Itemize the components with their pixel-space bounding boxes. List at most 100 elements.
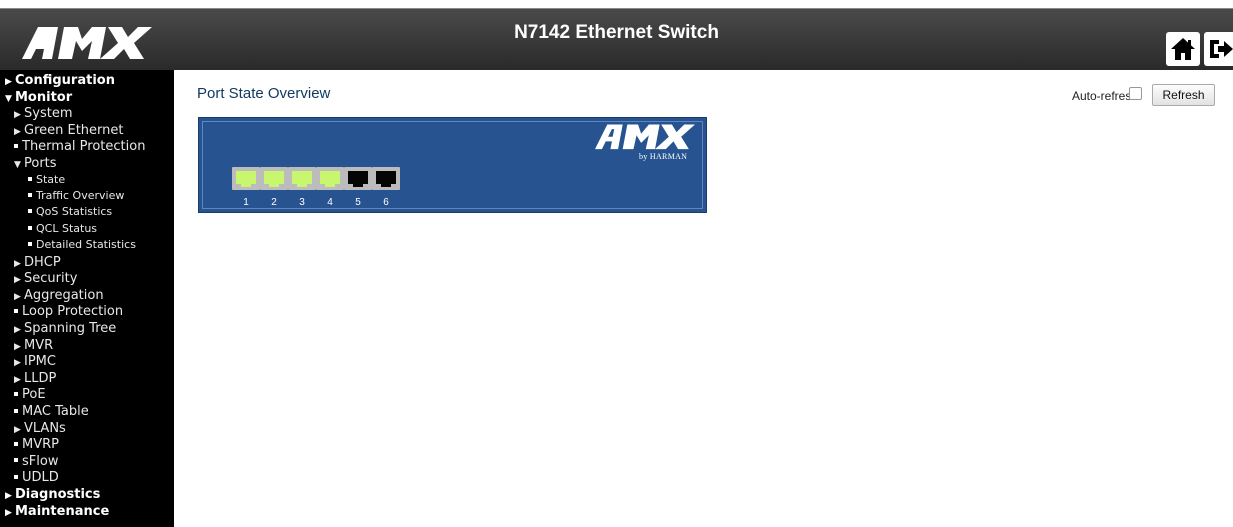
sidebar-item-label: System (24, 106, 73, 122)
sidebar-item-label: Ports (24, 156, 57, 171)
port-number-label: 1 (243, 197, 249, 208)
sidebar-item-thermal-protection[interactable]: Thermal Protection (14, 140, 145, 153)
sidebar-item-configuration[interactable]: ▶ Configuration (5, 74, 115, 87)
bullet-icon (14, 140, 22, 153)
sidebar-item-traffic-overview[interactable]: Traffic Overview (28, 190, 124, 201)
panel-amx-logo (595, 122, 695, 155)
page-title: Port State Overview (197, 85, 331, 102)
sidebar-item-system[interactable]: ▶ System (14, 107, 72, 120)
sidebar-item-poe[interactable]: PoE (14, 388, 46, 401)
sidebar-item-sflow[interactable]: sFlow (14, 455, 58, 468)
caret-right-icon: ▶ (14, 325, 21, 335)
caret-right-icon: ▶ (14, 275, 21, 286)
sidebar-item-aggregation[interactable]: ▶ Aggregation (14, 289, 104, 302)
caret-right-icon: ▶ (14, 424, 21, 435)
logout-button[interactable] (1204, 32, 1233, 66)
home-icon (1171, 38, 1195, 60)
sidebar-item-mac-table[interactable]: MAC Table (14, 405, 89, 418)
sidebar-item-label: Security (24, 271, 78, 287)
rj45-tab (325, 182, 335, 187)
sidebar-item-label: DHCP (24, 254, 61, 270)
sidebar-item-label: QCL Status (36, 221, 98, 235)
bullet-icon (14, 388, 22, 401)
sidebar-item-security[interactable]: ▶ Security (14, 272, 77, 285)
sidebar-item-ports[interactable]: ▼ Ports (14, 157, 57, 170)
sidebar-item-label: IPMC (24, 354, 56, 370)
caret-right-icon: ▶ (14, 258, 21, 269)
rj45-tab (269, 182, 279, 187)
home-button[interactable] (1166, 32, 1200, 66)
caret-down-icon: ▼ (5, 93, 12, 104)
caret-right-icon: ▶ (5, 507, 12, 518)
panel-brand-text: by HARMAN (639, 152, 688, 161)
port-3-link-up[interactable] (288, 167, 316, 190)
caret-right-icon: ▶ (14, 291, 21, 302)
sidebar-item-mvr[interactable]: ▶ MVR (14, 339, 53, 352)
sidebar-item-loop-protection[interactable]: Loop Protection (14, 305, 123, 318)
port-6-link-down[interactable] (372, 167, 400, 190)
sidebar-item-state[interactable]: State (28, 174, 65, 185)
bullet-icon (28, 206, 36, 217)
rj45-tab (381, 182, 391, 187)
sidebar-item-label: UDLD (22, 470, 59, 486)
rj45-tab (353, 182, 363, 187)
port-number-label: 5 (355, 197, 361, 208)
sidebar-item-qos-statistics[interactable]: QoS Statistics (28, 206, 112, 217)
port-1-link-up[interactable] (232, 167, 260, 190)
bullet-icon (28, 223, 36, 234)
sidebar-item-label: Maintenance (15, 503, 110, 519)
port-2-link-up[interactable] (260, 167, 288, 190)
sidebar-item-label: PoE (22, 387, 46, 403)
app-title: N7142 Ethernet Switch (514, 22, 719, 43)
caret-down-icon: ▼ (14, 160, 21, 170)
port-4-link-up[interactable] (316, 167, 344, 190)
sidebar-item-label: State (36, 172, 66, 186)
caret-right-icon: ▶ (5, 491, 12, 501)
caret-right-icon: ▶ (14, 341, 21, 352)
rj45-tab (241, 182, 251, 187)
port-number-label: 6 (383, 197, 389, 208)
sidebar-item-label: MVRP (22, 437, 59, 453)
sidebar-item-label: Aggregation (24, 287, 104, 303)
sidebar-item-label: Traffic Overview (36, 189, 125, 202)
sidebar-item-vlans[interactable]: ▶ VLANs (14, 422, 66, 435)
caret-right-icon: ▶ (5, 77, 12, 87)
refresh-button[interactable]: Refresh (1152, 84, 1215, 106)
sidebar-item-label: LLDP (24, 370, 57, 386)
sidebar-item-diagnostics[interactable]: ▶ Diagnostics (5, 488, 100, 501)
switch-panel: by HARMAN 1 2 3 4 5 6 (198, 117, 707, 213)
caret-right-icon: ▶ (14, 110, 21, 121)
bullet-icon (14, 471, 22, 484)
sidebar-item-qcl-status[interactable]: QCL Status (28, 223, 97, 234)
sidebar-item-lldp[interactable]: ▶ LLDP (14, 372, 56, 385)
bullet-icon (14, 438, 22, 451)
bullet-icon (14, 405, 22, 418)
port-5-link-down[interactable] (344, 167, 372, 190)
sidebar-item-dhcp[interactable]: ▶ DHCP (14, 256, 61, 269)
sidebar-item-label: VLANs (24, 420, 66, 436)
sidebar-item-label: Thermal Protection (22, 139, 146, 155)
sidebar-item-ipmc[interactable]: ▶ IPMC (14, 355, 56, 368)
logout-icon (1210, 40, 1233, 58)
sidebar-item-maintenance[interactable]: ▶ Maintenance (5, 505, 109, 518)
sidebar-item-detailed-statistics[interactable]: Detailed Statistics (28, 239, 136, 250)
bullet-icon (14, 305, 22, 318)
header-bar: N7142 Ethernet Switch (0, 8, 1233, 70)
bullet-icon (28, 190, 36, 201)
sidebar-item-monitor[interactable]: ▼ Monitor (5, 91, 72, 104)
port-number-label: 4 (327, 197, 333, 208)
sidebar-item-label: Loop Protection (22, 304, 124, 320)
sidebar-item-green-ethernet[interactable]: ▶ Green Ethernet (14, 124, 124, 137)
sidebar-nav: ▶ Configuration ▼ Monitor ▶ System ▶ Green Ethe… (0, 70, 174, 527)
sidebar-item-label: QoS Statistics (36, 205, 113, 219)
caret-right-icon: ▶ (14, 358, 21, 369)
sidebar-item-label: Spanning Tree (24, 321, 117, 336)
sidebar-item-mvrp[interactable]: MVRP (14, 438, 59, 451)
sidebar-item-spanning-tree[interactable]: ▶ Spanning Tree (14, 322, 116, 335)
rj45-tab (297, 182, 307, 187)
auto-refresh-checkbox[interactable] (1129, 87, 1142, 100)
sidebar-item-label: Diagnostics (15, 487, 101, 502)
bullet-icon (14, 455, 22, 468)
sidebar-item-label: MAC Table (22, 404, 89, 419)
sidebar-item-udld[interactable]: UDLD (14, 471, 59, 484)
